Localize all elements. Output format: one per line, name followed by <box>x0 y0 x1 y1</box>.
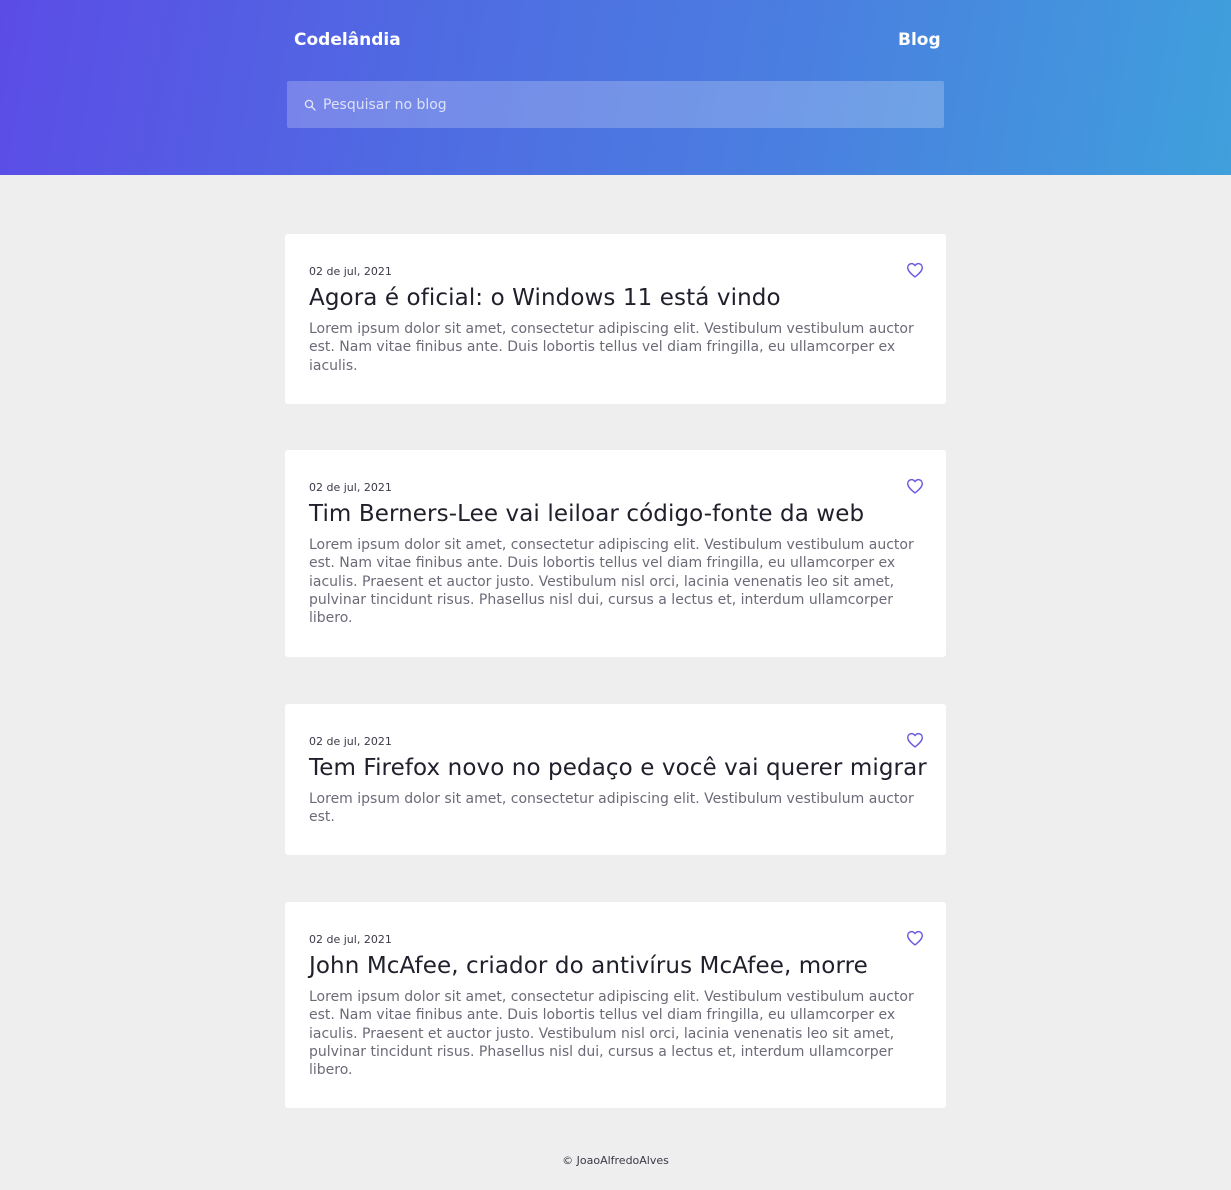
heart-icon[interactable] <box>906 478 924 494</box>
brand-logo[interactable]: Codelândia <box>294 30 401 50</box>
post-title[interactable]: Tim Berners-Lee vai leiloar código-fonte… <box>309 501 864 527</box>
post-date: 02 de jul, 2021 <box>309 933 392 946</box>
post-excerpt: Lorem ipsum dolor sit amet, consectetur … <box>309 989 914 1079</box>
page-footer: © JoaoAlfredoAlves <box>0 1154 1231 1167</box>
post-date: 02 de jul, 2021 <box>309 735 392 748</box>
post-excerpt: Lorem ipsum dolor sit amet, consectetur … <box>309 321 914 374</box>
post-card[interactable]: 02 de jul, 2021 Agora é oficial: o Windo… <box>285 234 946 404</box>
post-card[interactable]: 02 de jul, 2021 John McAfee, criador do … <box>285 902 946 1108</box>
post-title[interactable]: Agora é oficial: o Windows 11 está vindo <box>309 285 781 311</box>
post-excerpt: Lorem ipsum dolor sit amet, consectetur … <box>309 537 914 627</box>
nav-link-blog[interactable]: Blog <box>898 30 941 50</box>
post-title[interactable]: John McAfee, criador do antivírus McAfee… <box>309 953 868 979</box>
post-date: 02 de jul, 2021 <box>309 265 392 278</box>
post-title[interactable]: Tem Firefox novo no pedaço e você vai qu… <box>309 755 927 781</box>
post-card[interactable]: 02 de jul, 2021 Tem Firefox novo no peda… <box>285 704 946 855</box>
post-card[interactable]: 02 de jul, 2021 Tim Berners-Lee vai leil… <box>285 450 946 657</box>
post-excerpt: Lorem ipsum dolor sit amet, consectetur … <box>309 791 914 826</box>
search-input[interactable] <box>323 96 923 113</box>
search-bar[interactable] <box>287 81 944 128</box>
copyright-text: © JoaoAlfredoAlves <box>562 1154 669 1167</box>
search-icon <box>304 98 317 111</box>
heart-icon[interactable] <box>906 732 924 748</box>
post-date: 02 de jul, 2021 <box>309 481 392 494</box>
heart-icon[interactable] <box>906 262 924 278</box>
heart-icon[interactable] <box>906 930 924 946</box>
site-header: Codelândia Blog <box>0 0 1231 175</box>
